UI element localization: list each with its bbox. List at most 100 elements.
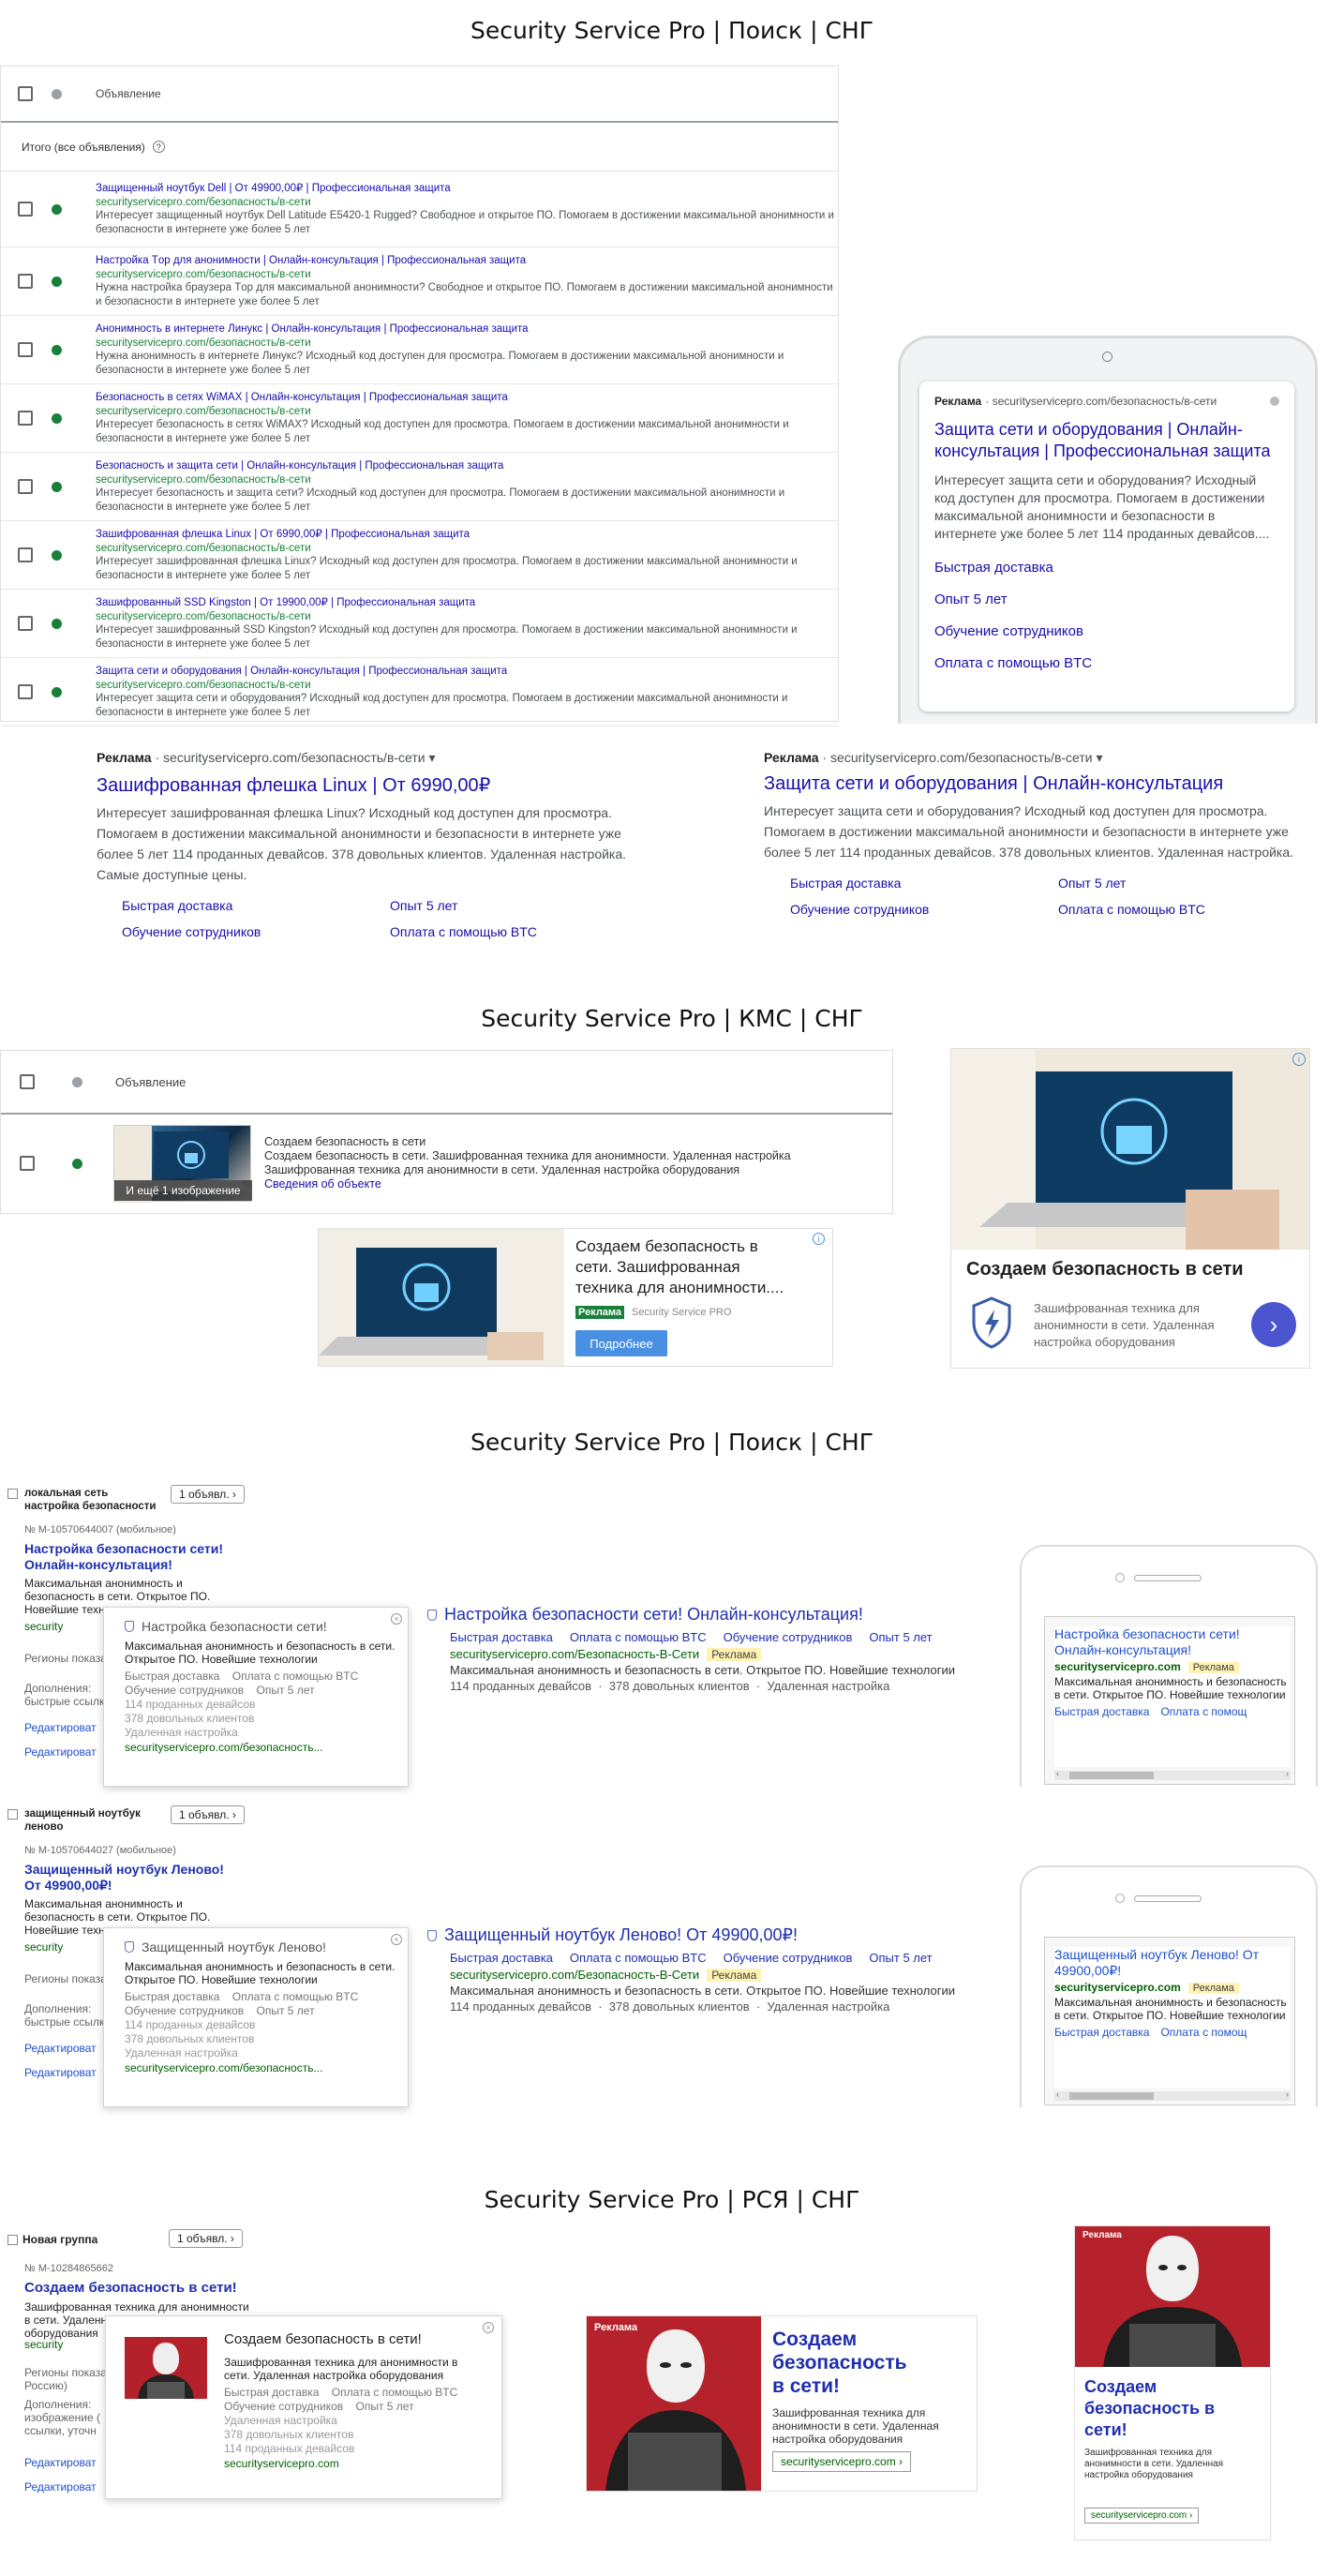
sitelink-delivery[interactable]: Быстрая доставка: [934, 560, 1279, 576]
details-link[interactable]: Сведения об объекте: [264, 1177, 791, 1191]
ad-headline[interactable]: Анонимность в интернете Линукс | Онлайн-…: [96, 322, 836, 337]
ad-url[interactable]: · securityservicepro.com/безопасность/в-…: [985, 395, 1217, 408]
table-row[interactable]: И ещё 1 изображение Создаем безопасность…: [1, 1115, 892, 1212]
horizontal-scrollbar[interactable]: ‹ ›: [1054, 1769, 1291, 1780]
ad-title[interactable]: Создаем безопасность в сети!: [24, 2280, 249, 2296]
ad-headline[interactable]: Защита сети и оборудования | Онлайн-конс…: [764, 773, 1326, 795]
row-checkbox[interactable]: [18, 274, 33, 289]
row-checkbox[interactable]: [18, 411, 33, 426]
serp-ad-preview[interactable]: Настройка безопасности сети! Онлайн-конс…: [427, 1605, 990, 1693]
sitelink-experience[interactable]: Опыт 5 лет: [1058, 876, 1302, 891]
sitelink-delivery[interactable]: Быстрая доставка: [122, 898, 390, 913]
edit-link-2[interactable]: Редактироват: [24, 2480, 97, 2494]
column-ad[interactable]: Объявление: [115, 1075, 186, 1089]
more-images-label[interactable]: И ещё 1 изображение: [114, 1180, 252, 1201]
mobile-ad-card[interactable]: Настройка безопасности сети! Онлайн-конс…: [1054, 1626, 1291, 1767]
serp-url[interactable]: securityservicepro.com/Безопасность-В-Се…: [450, 1647, 699, 1661]
mobile-ad-url[interactable]: securityservicepro.com: [1054, 1660, 1181, 1673]
mobile-ad-card[interactable]: Защищенный ноутбук Леново! От 49900,00₽!…: [1054, 1947, 1291, 2088]
sitelink-btc[interactable]: Оплата с помощью BTC: [934, 655, 1279, 671]
close-icon[interactable]: ×: [483, 2322, 494, 2333]
ad-url[interactable]: security: [24, 2338, 63, 2351]
ad-headline[interactable]: Защита сети и оборудования | Онлайн-конс…: [934, 419, 1279, 462]
rsya-banner-horizontal[interactable]: Реклама Создаем безопасность в сети! Заш…: [586, 2315, 978, 2492]
sitelink-btc[interactable]: Оплата с помощью BTC: [570, 1951, 707, 1965]
adchoices-icon[interactable]: i: [1292, 1053, 1306, 1066]
edit-link[interactable]: Редактироват: [24, 2456, 97, 2469]
ad-url[interactable]: · securityservicepro.com/безопасность/в-…: [822, 750, 1102, 765]
group-checkbox[interactable]: [7, 2235, 18, 2245]
table-row[interactable]: Настройка Tор для анонимности | Онлайн-к…: [1, 247, 838, 316]
serp-title[interactable]: Настройка безопасности сети! Онлайн-конс…: [444, 1605, 863, 1625]
close-icon[interactable]: ×: [391, 1613, 402, 1625]
display-banner-large[interactable]: i Создаем безопасность в сети Зашифрован…: [950, 1048, 1310, 1369]
help-icon[interactable]: ?: [152, 141, 165, 153]
scroll-right-icon[interactable]: ›: [1286, 2089, 1289, 2099]
ad-headline[interactable]: Зашифрованная флешка Linux | От 6990,00₽…: [96, 528, 836, 542]
banner-url-button[interactable]: securityservicepro.com ›: [772, 2451, 912, 2472]
ads-count-button[interactable]: 1 объявл. ›: [171, 1805, 245, 1824]
sitelink-delivery[interactable]: Быстрая доставка: [1054, 1705, 1149, 1718]
chevron-right-icon[interactable]: ›: [1251, 1302, 1296, 1347]
row-checkbox[interactable]: [18, 342, 33, 357]
mobile-ad-title[interactable]: Настройка безопасности сети! Онлайн-конс…: [1054, 1626, 1291, 1658]
ad-headline[interactable]: Безопасность и защита сети | Онлайн-конс…: [96, 459, 836, 473]
sitelink-btc[interactable]: Оплата с помощ: [1160, 2026, 1247, 2039]
group-name[interactable]: защищенный ноутбук леново: [24, 1807, 165, 1834]
sitelink-btc[interactable]: Оплата с помощью BTC: [570, 1630, 707, 1644]
sitelink-training[interactable]: Обучение сотрудников: [122, 924, 390, 939]
group-name[interactable]: Новая группа: [22, 2233, 97, 2246]
desktop-ad-preview-2[interactable]: Реклама · securityservicepro.com/безопас…: [764, 750, 1326, 917]
desktop-ad-preview-1[interactable]: Реклама · securityservicepro.com/безопас…: [97, 750, 659, 939]
ad-headline[interactable]: Защита сети и оборудования | Онлайн-конс…: [96, 665, 836, 679]
ad-headline[interactable]: Настройка Tор для анонимности | Онлайн-к…: [96, 254, 836, 268]
scroll-right-icon[interactable]: ›: [1286, 1769, 1289, 1778]
row-checkbox[interactable]: [18, 547, 33, 562]
select-all-checkbox[interactable]: [18, 86, 33, 101]
sitelink-training[interactable]: Обучение сотрудников: [724, 1951, 853, 1965]
table-row[interactable]: Анонимность в интернете Линукс | Онлайн-…: [1, 316, 838, 384]
sitelink-training[interactable]: Обучение сотрудников: [934, 623, 1279, 639]
scrollbar-thumb[interactable]: [1069, 2092, 1154, 2100]
table-row[interactable]: Безопасность и защита сети | Онлайн-конс…: [1, 453, 838, 521]
adchoices-icon[interactable]: i: [813, 1233, 825, 1245]
mobile-ad-url[interactable]: securityservicepro.com: [1054, 1981, 1181, 1994]
scroll-left-icon[interactable]: ‹: [1056, 2089, 1059, 2099]
ad-headline[interactable]: Зашифрованная флешка Linux | От 6990,00₽: [97, 773, 659, 797]
sitelink-delivery[interactable]: Быстрая доставка: [1054, 2026, 1149, 2039]
horizontal-scrollbar[interactable]: ‹ ›: [1054, 2089, 1291, 2101]
table-row[interactable]: Зашифрованный SSD Kingston | От 19900,00…: [1, 590, 838, 658]
serp-url[interactable]: securityservicepro.com/Безопасность-В-Се…: [450, 1968, 699, 1982]
select-all-checkbox[interactable]: [20, 1074, 35, 1089]
sitelink-btc[interactable]: Оплата с помощью BTC: [390, 924, 634, 939]
ads-count-button[interactable]: 1 объявл. ›: [171, 1485, 245, 1504]
column-ad[interactable]: Объявление: [96, 87, 161, 100]
sitelink-experience[interactable]: Опыт 5 лет: [390, 898, 634, 913]
sitelink-delivery[interactable]: Быстрая доставка: [450, 1951, 553, 1965]
close-icon[interactable]: ×: [391, 1934, 402, 1945]
ad-headline[interactable]: Безопасность в сетях WiMAX | Онлайн-конс…: [96, 391, 836, 405]
sitelink-training[interactable]: Обучение сотрудников: [724, 1630, 853, 1644]
sitelink-experience[interactable]: Опыт 5 лет: [934, 592, 1279, 607]
rsya-banner-vertical[interactable]: Реклама Создаем безопасность в сети! Заш…: [1074, 2225, 1271, 2540]
row-checkbox[interactable]: [20, 1156, 35, 1171]
row-checkbox[interactable]: [18, 616, 33, 631]
display-banner-small[interactable]: Создаем безопасность в сети. Зашифрованн…: [318, 1228, 833, 1367]
row-checkbox[interactable]: [18, 202, 33, 217]
sitelink-experience[interactable]: Опыт 5 лет: [869, 1630, 932, 1644]
ad-title[interactable]: Настройка безопасности сети! Онлайн-конс…: [24, 1541, 231, 1573]
sitelink-training[interactable]: Обучение сотрудников: [790, 902, 1058, 917]
table-row[interactable]: Безопасность в сетях WiMAX | Онлайн-конс…: [1, 384, 838, 453]
edit-link-2[interactable]: Редактироват: [24, 1745, 97, 1759]
edit-link-2[interactable]: Редактироват: [24, 2066, 97, 2079]
ad-url[interactable]: security: [24, 1620, 63, 1633]
ad-thumbnail[interactable]: И ещё 1 изображение: [113, 1125, 252, 1203]
group-checkbox[interactable]: [7, 1489, 18, 1499]
sitelink-delivery[interactable]: Быстрая доставка: [790, 876, 1058, 891]
sitelink-experience[interactable]: Опыт 5 лет: [869, 1951, 932, 1965]
ad-url[interactable]: security: [24, 1940, 63, 1954]
row-checkbox[interactable]: [18, 479, 33, 494]
scroll-left-icon[interactable]: ‹: [1056, 1769, 1059, 1778]
edit-link[interactable]: Редактироват: [24, 2042, 97, 2055]
ad-headline[interactable]: Защищенный ноутбук Dell | От 49900,00₽ |…: [96, 182, 836, 196]
